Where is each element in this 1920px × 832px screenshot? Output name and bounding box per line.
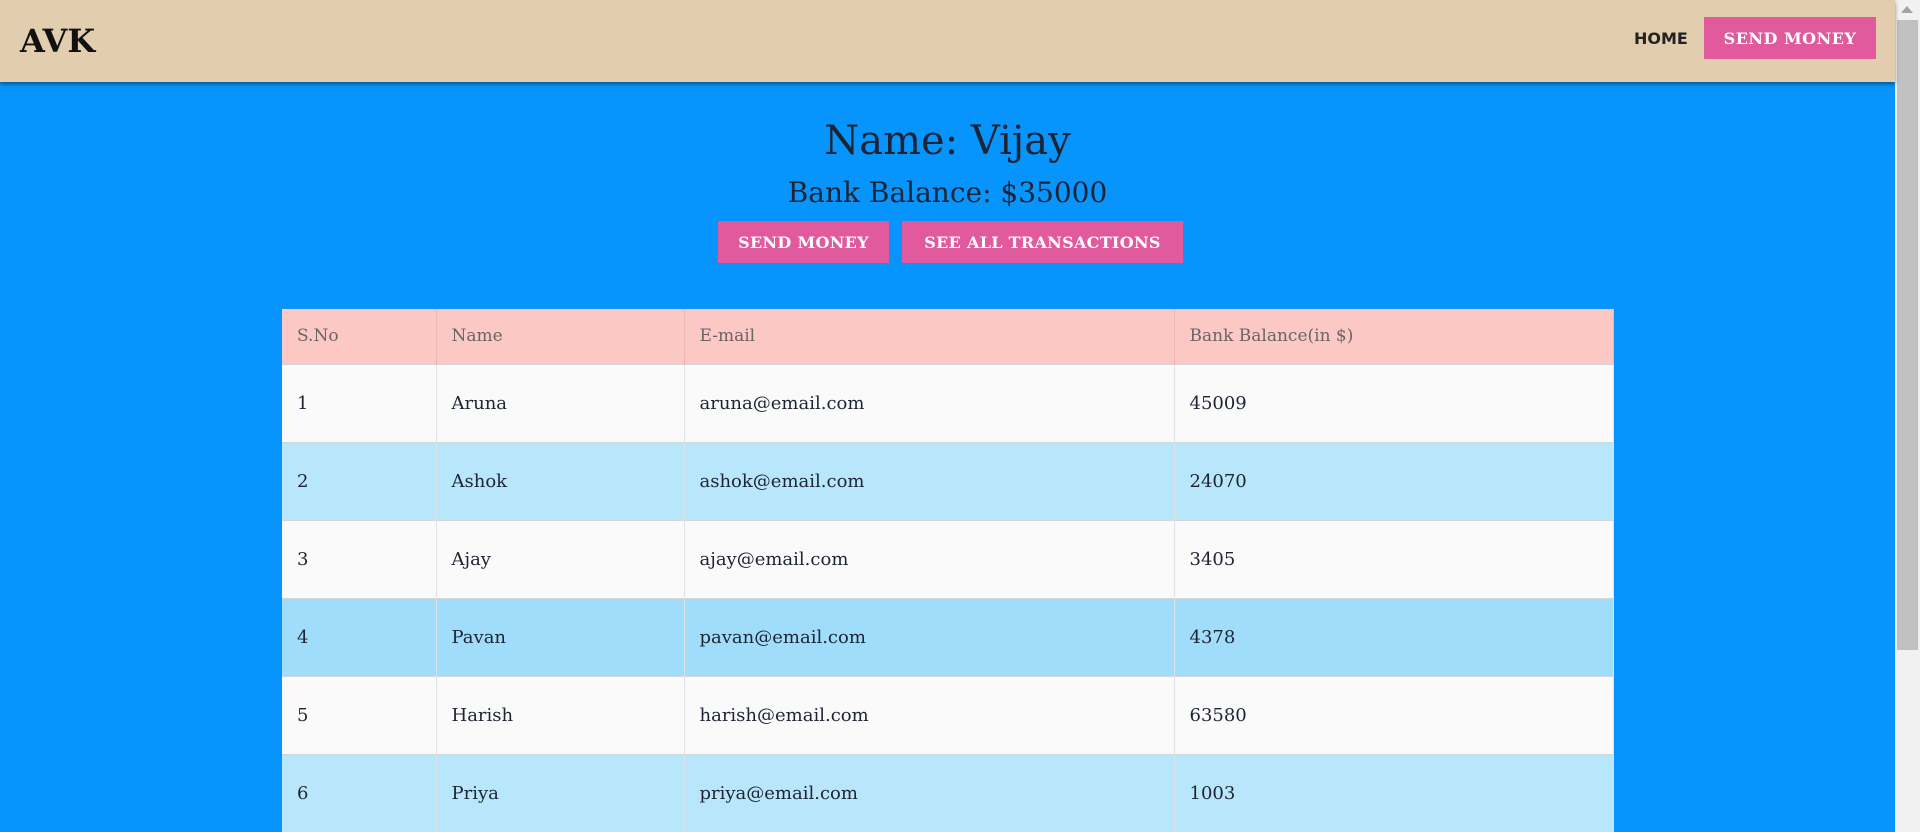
cell-balance: 63580 bbox=[1174, 675, 1614, 754]
cell-email: ashok@email.com bbox=[684, 441, 1175, 520]
cell-email: ajay@email.com bbox=[684, 519, 1175, 598]
users-table: S.No Name E-mail Bank Balance(in $) 1 Ar… bbox=[282, 309, 1614, 832]
cell-email: harish@email.com bbox=[684, 675, 1175, 754]
cell-name: Priya bbox=[436, 753, 685, 832]
nav-send-money-button[interactable]: SEND MONEY bbox=[1704, 17, 1876, 59]
cell-sno: 5 bbox=[282, 675, 437, 754]
table-row: 2 Ashok ashok@email.com 24070 bbox=[282, 441, 1614, 520]
brand-logo[interactable]: AVK bbox=[20, 22, 95, 60]
page-scrollbar[interactable] bbox=[1895, 0, 1920, 832]
cell-balance: 3405 bbox=[1174, 519, 1614, 598]
table-row: 3 Ajay ajay@email.com 3405 bbox=[282, 519, 1614, 598]
header-sno: S.No bbox=[282, 309, 437, 364]
cell-sno: 2 bbox=[282, 441, 437, 520]
cell-balance: 4378 bbox=[1174, 597, 1614, 676]
cell-name: Aruna bbox=[436, 363, 685, 442]
cell-sno: 4 bbox=[282, 597, 437, 676]
cell-sno: 1 bbox=[282, 363, 437, 442]
send-money-button[interactable]: SEND MONEY bbox=[718, 221, 889, 263]
header-email: E-mail bbox=[684, 309, 1175, 364]
table-header-row: S.No Name E-mail Bank Balance(in $) bbox=[282, 309, 1614, 364]
cell-name: Ajay bbox=[436, 519, 685, 598]
profile-name: Name: Vijay bbox=[824, 118, 1071, 164]
scroll-up-arrow-icon[interactable] bbox=[1901, 6, 1913, 13]
cell-sno: 3 bbox=[282, 519, 437, 598]
cell-balance: 24070 bbox=[1174, 441, 1614, 520]
nav-home-link[interactable]: HOME bbox=[1634, 29, 1688, 48]
table-row: 4 Pavan pavan@email.com 4378 bbox=[282, 597, 1614, 676]
scrollbar-thumb[interactable] bbox=[1897, 20, 1918, 650]
cell-email: aruna@email.com bbox=[684, 363, 1175, 442]
cell-name: Ashok bbox=[436, 441, 685, 520]
profile-balance: Bank Balance: $35000 bbox=[787, 176, 1108, 209]
cell-balance: 1003 bbox=[1174, 753, 1614, 832]
header-bank-balance: Bank Balance(in $) bbox=[1174, 309, 1614, 364]
table-row: 1 Aruna aruna@email.com 45009 bbox=[282, 363, 1614, 442]
cell-sno: 6 bbox=[282, 753, 437, 832]
cell-email: pavan@email.com bbox=[684, 597, 1175, 676]
table-row: 5 Harish harish@email.com 63580 bbox=[282, 675, 1614, 754]
cell-name: Pavan bbox=[436, 597, 685, 676]
cell-name: Harish bbox=[436, 675, 685, 754]
see-all-transactions-button[interactable]: SEE ALL TRANSACTIONS bbox=[902, 221, 1183, 263]
table-row: 6 Priya priya@email.com 1003 bbox=[282, 753, 1614, 832]
cell-balance: 45009 bbox=[1174, 363, 1614, 442]
top-navbar: AVK HOME SEND MONEY bbox=[0, 0, 1895, 82]
cell-email: priya@email.com bbox=[684, 753, 1175, 832]
header-name: Name bbox=[436, 309, 685, 364]
